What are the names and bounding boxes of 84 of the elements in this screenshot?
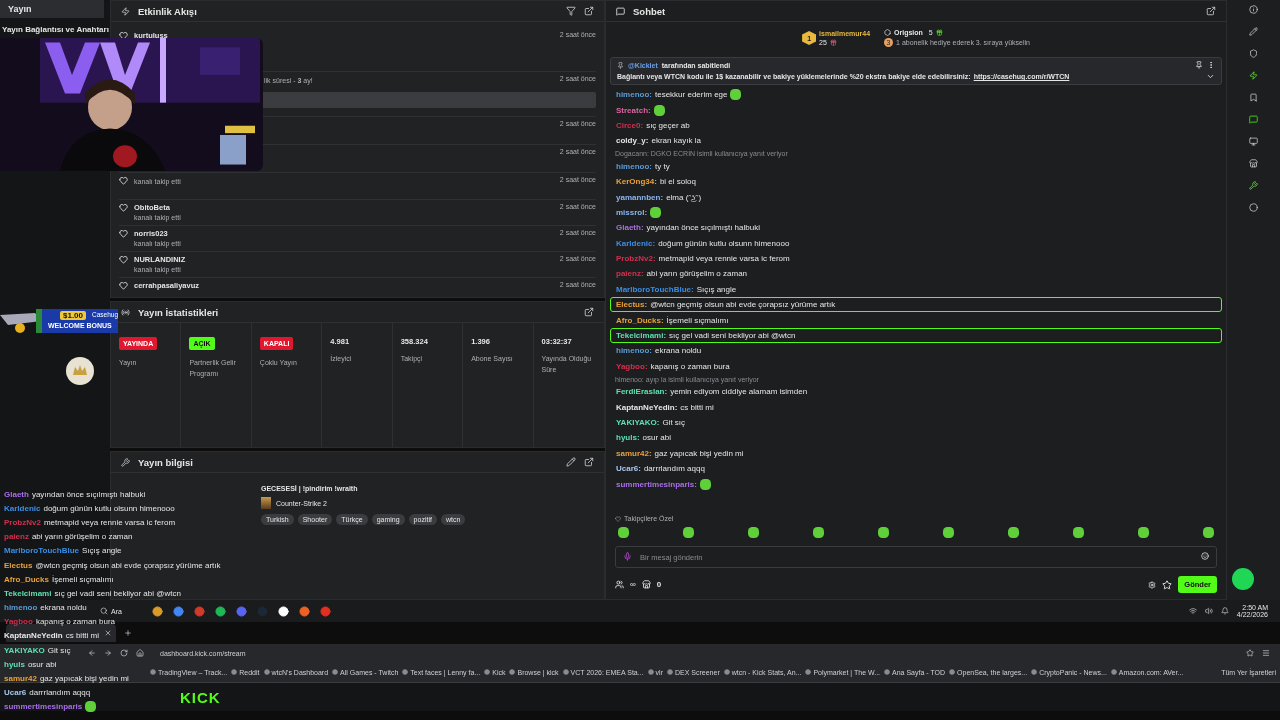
chat-text: elma (ᵔ͜ʖᵔ): [666, 192, 702, 202]
chat-text: yemin ediyom ciddiye alamam isimden: [670, 387, 808, 397]
store-count: 0: [656, 580, 662, 589]
chat-text: abi yarın görüşelim o zaman: [646, 269, 748, 279]
overlay-message: @wtcn geçmiş olsun abi evde çorapsız yürüme artık: [35, 560, 221, 570]
overlay-message: gaz yapıcak bişi yedin mi: [39, 674, 129, 684]
chat-text: ekran kayık la: [651, 136, 701, 146]
chat-text: kapanış o zaman bura: [650, 361, 730, 371]
overlay-username: YAKIYAKO: [4, 645, 45, 655]
overlay-message: yayından önce sıçılmıştı halbuki: [31, 489, 146, 499]
chat-username[interactable]: himenoo:: [616, 90, 652, 100]
overlay-username: Electus: [4, 560, 33, 570]
chat-username[interactable]: YAKIYAKO:: [616, 418, 660, 427]
chat-username[interactable]: himenoo:: [616, 161, 652, 171]
sidebar-header[interactable]: Yayın: [0, 0, 104, 18]
overlay-username: ProbzNv2: [4, 517, 41, 527]
chat-username[interactable]: Tekelcimami:: [616, 331, 667, 341]
overlay-message: doğum günün kutlu olsunn himenooo: [43, 503, 175, 513]
chat-text: yayından önce sıçılmıştı halbuki: [646, 223, 760, 233]
points-value: ∞: [630, 580, 636, 589]
overlay-username: Karldenic: [4, 503, 41, 513]
overlay-message: metmapid veya rennie varsa ic ferom: [43, 517, 176, 527]
bonus-amount: $1.00: [60, 311, 87, 320]
panel-title: Sohbet: [633, 5, 666, 17]
overlay-username: MarlboroTouchBlue: [4, 546, 79, 556]
chat-text: @wtcn geçmiş olsun abi evde çorapsız yürüme artık: [650, 300, 836, 310]
chat-username[interactable]: missrol:: [616, 207, 648, 217]
overlay-message: İşemeli sıçmalımı: [51, 574, 114, 584]
overlay-username: Glaeth: [4, 489, 29, 499]
sidebar-item[interactable]: Yayın Bağlantısı ve Anahtarı: [0, 18, 111, 41]
chat-username[interactable]: himenoo:: [616, 346, 652, 356]
chat-username[interactable]: coldy_y:: [616, 136, 649, 146]
chat-text: darrrlandım aqqq: [643, 464, 705, 474]
chat-text: Git sıç: [662, 418, 686, 427]
chat-text: doğum günün kutlu olsunn himenooo: [658, 238, 790, 248]
overlay-username: hyuls: [4, 659, 25, 669]
chat-username[interactable]: Streatch:: [616, 105, 651, 115]
panel-title: Yayın bilgisi: [138, 456, 193, 468]
overlay-username: Yagboo: [4, 617, 33, 627]
chat-text: İşemeli sıçmalımı: [666, 315, 729, 325]
panel-title: Yayın İstatistikleri: [138, 306, 219, 318]
chat-username[interactable]: MarlboroTouchBlue:: [616, 284, 694, 294]
chat-text: metmapid veya rennie varsa ic ferom: [658, 254, 790, 264]
chat-username[interactable]: summertimesinparis:: [616, 479, 697, 489]
chat-text: ty ty: [655, 161, 670, 171]
overlay-message: Sıçış angle: [81, 546, 122, 556]
overlay-message: cs bitti mi: [65, 631, 100, 641]
overlay-username: KaptanNeYedin: [4, 631, 63, 641]
chat-text: Sıçış angle: [696, 284, 737, 294]
overlay-message: kapanış o zaman bura: [35, 617, 116, 627]
overlay-message: darrrlandım aqqq: [29, 688, 91, 698]
overlay-message: osur abi: [27, 659, 57, 669]
chat-text: cs bitti mi: [680, 402, 714, 412]
chat-username[interactable]: hyuls:: [616, 433, 640, 443]
overlay-username: Ucar6: [4, 688, 27, 698]
chat-username[interactable]: Karldenic:: [616, 238, 656, 248]
overlay-username: Tekelcimami: [4, 588, 52, 598]
chat-username[interactable]: Glaeth:: [616, 223, 644, 233]
overlay-username: paienz: [4, 532, 29, 542]
kick-logo: KICK: [180, 688, 221, 706]
chat-username[interactable]: yamannben:: [616, 192, 664, 202]
chat-text: tesekkur ederim ege: [655, 90, 728, 100]
panel-title: Etkinlik Akışı: [138, 5, 197, 17]
chat-username[interactable]: Afro_Ducks:: [616, 315, 664, 325]
chat-text: gaz yapıcak bişi yedin mi: [654, 448, 744, 458]
chat-text: osur abi: [642, 433, 672, 443]
chat-username[interactable]: KaptanNeYedin:: [616, 402, 678, 412]
chat-text: sıç gel vadi seni bekliyor abi @wtcn: [669, 331, 796, 341]
chat-text: ekrana noldu: [655, 346, 702, 356]
chat-text: sıç geçer ab: [646, 120, 690, 130]
overlay-message: Git sıç: [47, 645, 71, 655]
chat-username[interactable]: FerdiEraslan:: [616, 387, 668, 397]
overlay-message: abi yarın görüşelim o zaman: [31, 532, 133, 542]
chat-username[interactable]: samur42:: [616, 448, 652, 458]
chat-username[interactable]: KerOng34:: [616, 177, 657, 187]
chat-username[interactable]: Electus:: [616, 300, 648, 310]
overlay-username: summertimesinparis: [4, 702, 83, 712]
overlay-username: Afro_Ducks: [4, 574, 49, 584]
overlay-username: samur42: [4, 674, 37, 684]
chat-username[interactable]: Ucar6:: [616, 464, 641, 474]
overlay-username: himenoo: [4, 603, 38, 613]
overlay-message: ekrana noldu: [40, 603, 87, 613]
chat-text: bi el soloq: [659, 177, 696, 187]
overlay-message: sıç gel vadi seni bekliyor abi @wtcn: [54, 588, 181, 598]
